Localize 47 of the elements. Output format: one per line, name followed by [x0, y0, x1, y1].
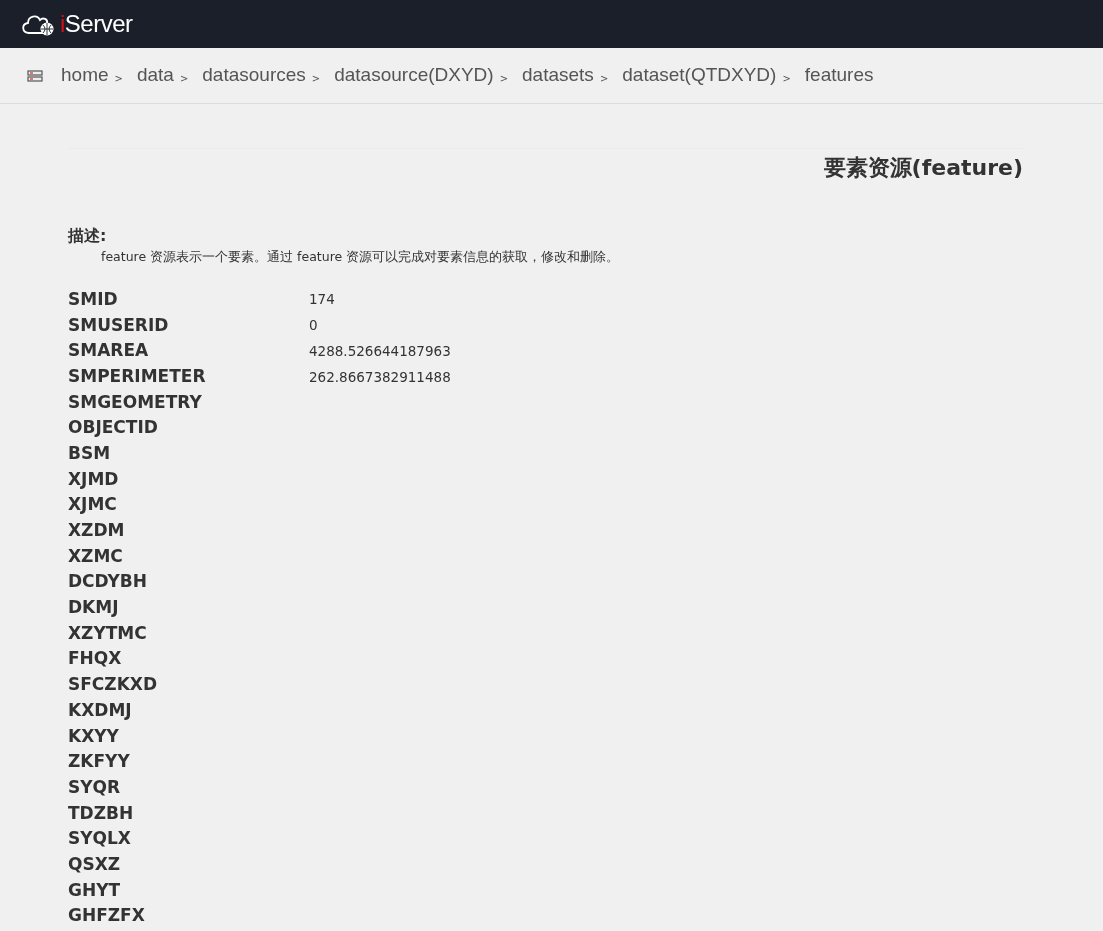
- breadcrumb-separator: >: [499, 72, 509, 86]
- breadcrumb-link[interactable]: home: [61, 61, 109, 90]
- field-name: FHQX: [68, 648, 122, 669]
- breadcrumb-link[interactable]: features: [804, 61, 874, 90]
- field-name: KXYY: [68, 725, 119, 746]
- field-name: GHFZFX: [68, 905, 145, 926]
- breadcrumb-link[interactable]: data: [136, 61, 174, 90]
- field-name: SMID: [68, 288, 118, 309]
- field-name: SFCZKXD: [68, 674, 158, 695]
- breadcrumb-link[interactable]: datasets: [522, 61, 594, 90]
- field-name: OBJECTID: [68, 417, 158, 438]
- page-title: 要素资源(feature): [68, 148, 1023, 184]
- field-name: DKMJ: [68, 597, 119, 618]
- field-value: 174: [309, 290, 335, 310]
- field-value: 4288.526644187963: [309, 341, 451, 361]
- field-name: SMPERIMETER: [68, 365, 206, 386]
- breadcrumb-separator: >: [599, 72, 609, 86]
- field-name: DCDYBH: [68, 571, 147, 592]
- breadcrumb-separator: >: [782, 72, 791, 86]
- field-name: SMGEOMETRY: [68, 391, 202, 412]
- field-name: SYQLX: [68, 828, 131, 849]
- field-value: 0: [309, 316, 318, 336]
- field-name: ZKFYY: [68, 751, 130, 772]
- field-name: XZDM: [68, 520, 125, 541]
- field-name: SYQR: [68, 776, 121, 797]
- field-name: XZMC: [68, 545, 123, 566]
- breadcrumb-link[interactable]: datasource(DXYD): [334, 61, 494, 90]
- description-heading: 描述:: [68, 225, 108, 247]
- field-name: XZYTMC: [68, 622, 147, 643]
- field-name: QSXZ: [68, 853, 121, 874]
- field-name: SMUSERID: [68, 314, 169, 335]
- breadcrumb-link[interactable]: dataset(QTDXYD): [622, 61, 777, 90]
- breadcrumb-separator: >: [179, 72, 189, 86]
- breadcrumb-separator: >: [114, 72, 123, 86]
- description-text: feature 资源表示一个要素。通过 feature 资源可以完成对要素信息的获取，修改和删除。: [100, 248, 621, 266]
- field-name: BSM: [68, 442, 111, 463]
- field-name: KXDMJ: [68, 699, 132, 720]
- field-name: TDZBH: [68, 802, 134, 823]
- field-name: SMAREA: [68, 340, 149, 361]
- server-icon: [27, 69, 43, 82]
- logo-text: iServer: [60, 9, 133, 39]
- field-name: XJMD: [68, 468, 119, 489]
- breadcrumb-link[interactable]: datasources: [202, 61, 306, 90]
- field-name: GHYT: [68, 879, 121, 900]
- field-value: 262.8667382911488: [309, 367, 451, 387]
- field-name: XJMC: [68, 494, 117, 515]
- breadcrumb-separator: >: [311, 72, 321, 86]
